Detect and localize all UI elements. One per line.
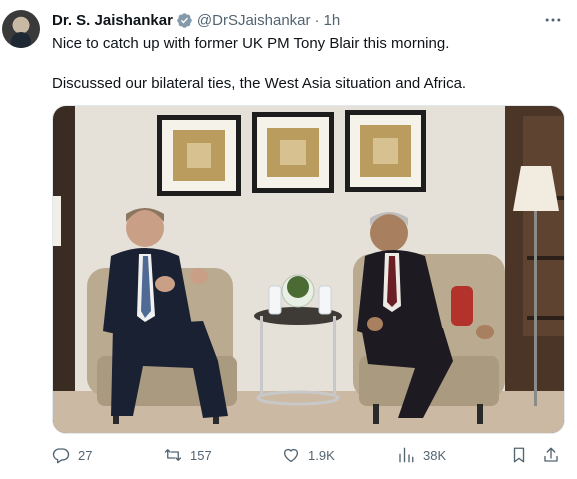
like-button[interactable]: 1.9K [282, 443, 335, 467]
heart-icon [283, 448, 299, 463]
reply-button[interactable]: 27 [52, 443, 92, 467]
tweet-actions: 27 157 1.9K 38K [52, 443, 563, 467]
tweet-photo[interactable] [52, 105, 565, 434]
author-handle[interactable]: @DrSJaishankar [197, 12, 311, 29]
reply-count: 27 [78, 447, 93, 463]
verified-badge-icon[interactable] [176, 12, 193, 29]
more-horizontal-icon[interactable] [543, 10, 563, 30]
retweet-icon [164, 449, 182, 461]
tweet-header: Dr. S. Jaishankar @DrSJaishankar · 1h [52, 10, 340, 30]
bookmark-icon [513, 447, 525, 463]
views-chart-icon [399, 447, 414, 463]
retweet-count: 157 [190, 447, 212, 463]
like-count: 1.9K [308, 447, 335, 463]
tweet-text: Nice to catch up with former UK PM Tony … [52, 34, 562, 94]
retweet-button[interactable]: 157 [164, 443, 212, 467]
tweet-card[interactable]: Dr. S. Jaishankar @DrSJaishankar · 1h Ni… [0, 0, 577, 479]
reply-icon [52, 448, 70, 464]
avatar[interactable] [2, 10, 40, 48]
tweet-text-line: Discussed our bilateral ties, the West A… [52, 75, 467, 92]
separator-dot: · [314, 11, 320, 29]
tweet-text-line: Nice to catch up with former UK PM Tony … [52, 35, 450, 52]
bookmark-button[interactable] [510, 443, 528, 467]
share-button[interactable] [542, 443, 560, 467]
tweet-time[interactable]: 1h [324, 12, 341, 29]
author-name[interactable]: Dr. S. Jaishankar [52, 12, 173, 29]
share-icon [544, 447, 558, 462]
views-button[interactable]: 38K [397, 443, 446, 467]
views-count: 38K [423, 447, 447, 463]
